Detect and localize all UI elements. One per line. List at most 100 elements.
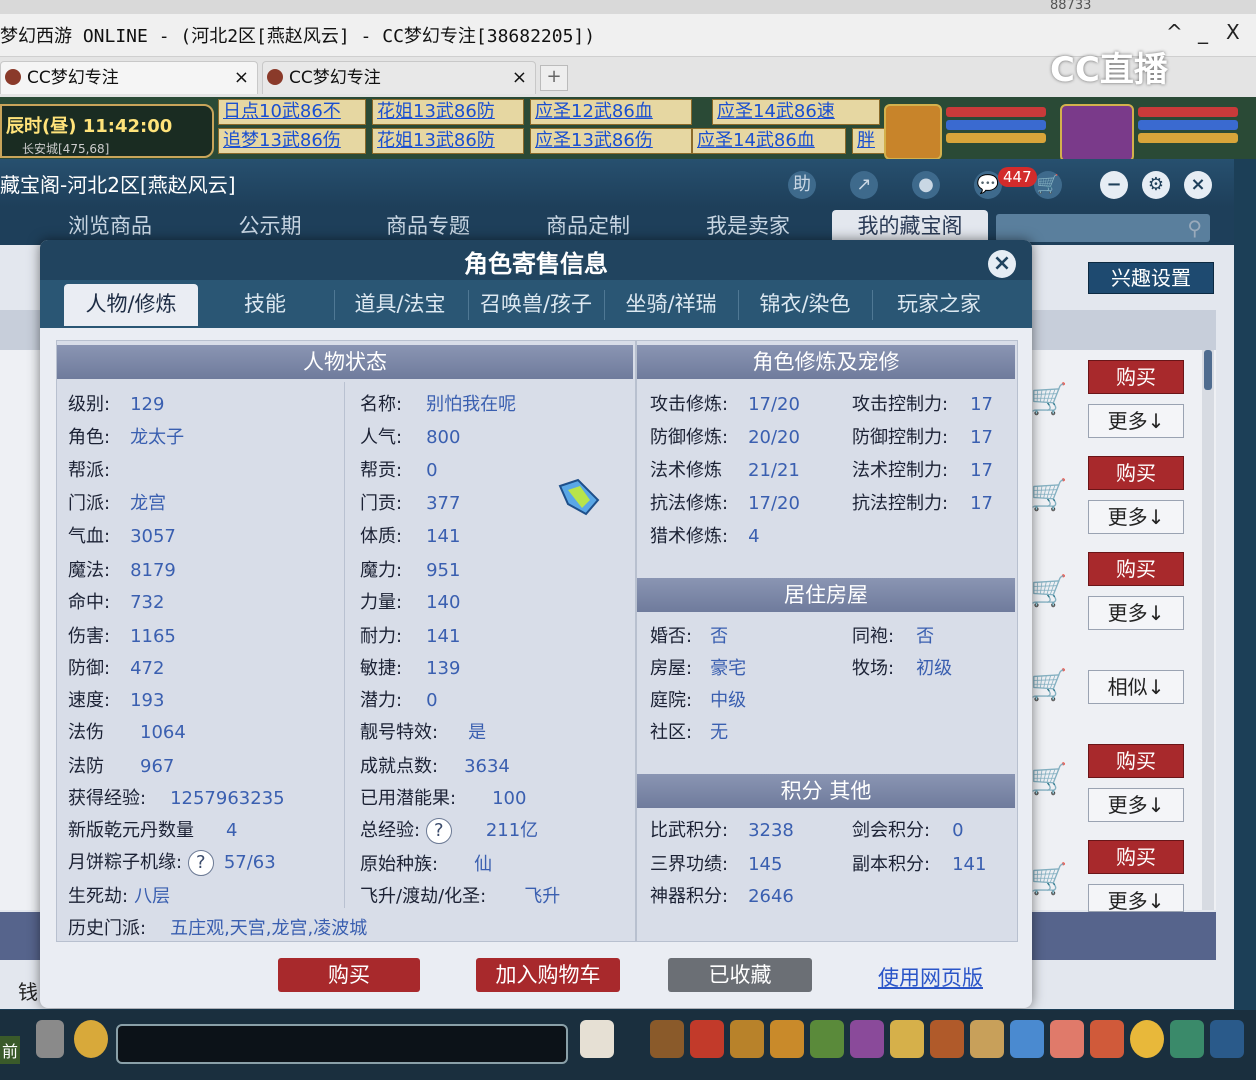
buy-button[interactable]: 购买: [1088, 456, 1184, 490]
buy-button[interactable]: 购买: [1088, 840, 1184, 874]
cart-icon[interactable]: 🛒: [1030, 862, 1067, 898]
nav-browse[interactable]: 浏览商品: [40, 210, 180, 244]
nav-custom[interactable]: 商品定制: [518, 210, 658, 244]
ad-flag[interactable]: 应圣14武86血: [692, 128, 846, 154]
share-icon[interactable]: ↗: [850, 171, 878, 199]
tab-close-icon[interactable]: ×: [512, 62, 527, 94]
system-icon[interactable]: [1170, 1020, 1204, 1058]
tab-close-icon[interactable]: ×: [234, 62, 249, 94]
task-icon[interactable]: [890, 1020, 924, 1058]
bag-icon[interactable]: [690, 1020, 724, 1058]
ctrl-magic: 法术控制力: 17: [852, 460, 993, 481]
pet-avatar[interactable]: [884, 104, 942, 160]
ad-flag[interactable]: 花姐13武86防: [372, 99, 524, 125]
ctrl-defense: 防御控制力: 17: [852, 427, 993, 448]
web-version-link[interactable]: 使用网页版: [878, 962, 983, 992]
search-input[interactable]: ⚲: [996, 214, 1210, 242]
map-icon[interactable]: [1010, 1020, 1044, 1058]
help-icon[interactable]: ?: [187, 850, 214, 876]
new-tab-button[interactable]: +: [540, 65, 568, 91]
points-merit: 三界功绩: 145: [650, 854, 783, 875]
mall-icon[interactable]: [1050, 1020, 1084, 1058]
more-button[interactable]: 更多↓: [1088, 788, 1184, 822]
emote-icon[interactable]: [1130, 1020, 1164, 1058]
stat-hit: 命中: 732: [68, 592, 165, 613]
team-icon[interactable]: [810, 1020, 844, 1058]
buy-button[interactable]: 购买: [1088, 744, 1184, 778]
dialog-buy-button[interactable]: 购买: [278, 958, 420, 992]
record-icon[interactable]: ●: [912, 171, 940, 199]
pet-icon[interactable]: [580, 1020, 614, 1058]
scrollbar[interactable]: [1202, 350, 1214, 910]
tab-skills[interactable]: 技能: [200, 284, 330, 326]
trade-icon[interactable]: [770, 1020, 804, 1058]
more-button[interactable]: 更多↓: [1088, 884, 1184, 912]
close-icon[interactable]: ×: [1184, 171, 1212, 199]
help-icon[interactable]: 助: [788, 171, 816, 199]
guild-icon[interactable]: [930, 1020, 964, 1058]
tab-home[interactable]: 玩家之家: [874, 284, 1004, 326]
points-sword: 剑会积分: 0: [852, 820, 964, 841]
restore-button[interactable]: ^: [1166, 20, 1183, 44]
help-icon[interactable]: ?: [425, 818, 452, 844]
cart-icon[interactable]: 🛒: [1030, 382, 1067, 418]
chat-input[interactable]: [116, 1024, 568, 1064]
minimize-button[interactable]: _: [1198, 20, 1208, 44]
browser-tab[interactable]: CC梦幻专注 ×: [0, 61, 258, 94]
more-button[interactable]: 更多↓: [1088, 596, 1184, 630]
buy-button[interactable]: 购买: [1088, 552, 1184, 586]
cart-icon[interactable]: 🛒: [1034, 171, 1062, 199]
stat-school-contribution: 门贡: 377: [360, 493, 461, 514]
player-avatar[interactable]: [1060, 104, 1134, 162]
add-to-cart-button[interactable]: 加入购物车: [476, 958, 620, 992]
tab-items[interactable]: 道具/法宝: [336, 284, 464, 326]
search-icon[interactable]: ⚲: [1187, 216, 1202, 240]
cart-icon[interactable]: 🛒: [1030, 478, 1067, 514]
ad-flag[interactable]: 应圣14武86速: [712, 99, 880, 125]
similar-button[interactable]: 相似↓: [1088, 670, 1184, 704]
ad-flag[interactable]: 应圣13武86伤: [530, 128, 692, 154]
nav-my-cbg[interactable]: 我的藏宝阁: [832, 210, 988, 244]
stat-role: 角色: 龙太子: [68, 427, 185, 448]
stat-mp: 魔法: 8179: [68, 560, 176, 581]
ad-flag[interactable]: 应圣12武86血: [530, 99, 692, 125]
tab-outfits[interactable]: 锦衣/染色: [740, 284, 870, 326]
scroll-thumb[interactable]: [1204, 350, 1212, 390]
close-button[interactable]: X: [1226, 20, 1240, 44]
attack-icon[interactable]: [650, 1020, 684, 1058]
skills-icon[interactable]: [970, 1020, 1004, 1058]
stat-total-exp: 总经验: ? 211亿: [360, 816, 538, 844]
cart-icon[interactable]: 🛒: [1030, 574, 1067, 610]
stat-endurance: 耐力: 141: [360, 626, 461, 647]
tab-mounts[interactable]: 坐骑/祥瑞: [606, 284, 736, 326]
buy-button[interactable]: 购买: [1088, 360, 1184, 394]
settings-icon[interactable]: [1210, 1020, 1244, 1058]
nav-public[interactable]: 公示期: [200, 210, 340, 244]
stat-mooncake: 月饼粽子机缘: ? 57/63: [68, 848, 276, 876]
chat-bubble-icon[interactable]: [74, 1020, 108, 1058]
house-heading: 居住房屋: [637, 578, 1015, 612]
ad-flag[interactable]: 追梦13武86伤: [218, 128, 366, 154]
settings-icon[interactable]: ⚙: [1142, 171, 1170, 199]
minimize-icon[interactable]: −: [1100, 171, 1128, 199]
browser-tab[interactable]: CC梦幻专注 ×: [262, 61, 536, 94]
partial-counter: 88733: [1050, 0, 1092, 13]
favorited-button[interactable]: 已收藏: [668, 958, 812, 992]
dialog-close-icon[interactable]: ×: [988, 250, 1016, 278]
interest-settings-button[interactable]: 兴趣设置: [1088, 262, 1214, 294]
tab-character[interactable]: 人物/修炼: [64, 284, 198, 326]
ad-flag[interactable]: 花姐13武86防: [372, 128, 524, 154]
more-button[interactable]: 更多↓: [1088, 404, 1184, 438]
stat-potential: 潜力: 0: [360, 690, 438, 711]
give-icon[interactable]: [730, 1020, 764, 1058]
friends-icon[interactable]: [1090, 1020, 1124, 1058]
pet-menu-icon[interactable]: [850, 1020, 884, 1058]
mic-icon[interactable]: [36, 1020, 64, 1058]
tab-pets[interactable]: 召唤兽/孩子: [470, 284, 602, 326]
ad-flag[interactable]: 日点10武86不: [218, 99, 366, 125]
nav-seller[interactable]: 我是卖家: [678, 210, 818, 244]
cart-icon[interactable]: 🛒: [1030, 668, 1067, 704]
nav-topics[interactable]: 商品专题: [358, 210, 498, 244]
cart-icon[interactable]: 🛒: [1030, 762, 1067, 798]
more-button[interactable]: 更多↓: [1088, 500, 1184, 534]
